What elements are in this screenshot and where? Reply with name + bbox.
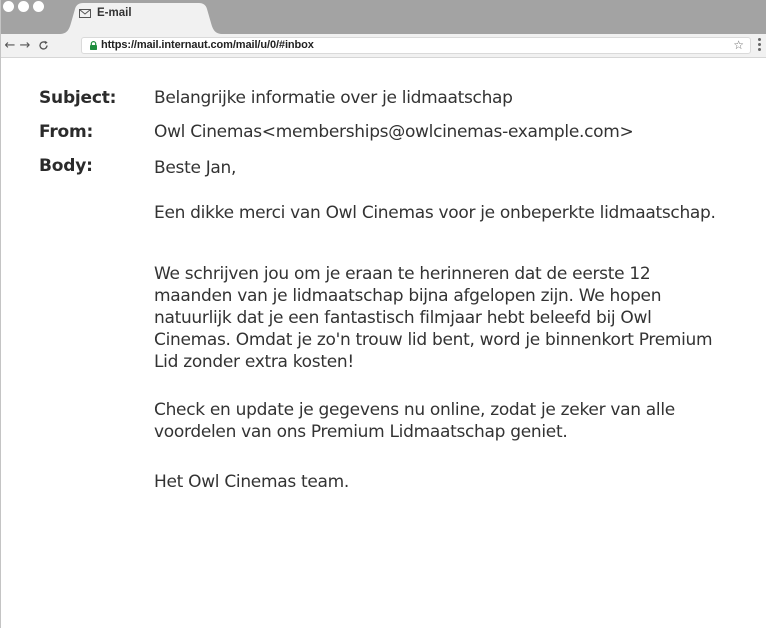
body-signoff: Het Owl Cinemas team. xyxy=(154,472,349,492)
reload-button[interactable] xyxy=(37,37,49,54)
arrow-left-icon: ← xyxy=(4,38,16,53)
tab-title: E-mail xyxy=(97,7,132,19)
tab-label-group: E-mail xyxy=(79,4,132,22)
browser-toolbar: ← → https://mail.internaut.com/mail/u/0/… xyxy=(1,34,766,58)
star-icon: ☆ xyxy=(733,38,744,52)
arrow-right-icon: → xyxy=(19,38,31,53)
url-text[interactable]: https://mail.internaut.com/mail/u/0/#inb… xyxy=(101,38,314,53)
maximize-window-button[interactable] xyxy=(33,1,44,12)
body-paragraph: Een dikke merci van Owl Cinemas voor je … xyxy=(154,203,716,223)
from-label: From: xyxy=(39,122,94,142)
envelope-icon xyxy=(79,8,91,18)
subject-value: Belangrijke informatie over je lidmaatsc… xyxy=(154,88,513,108)
back-button[interactable]: ← xyxy=(4,37,16,54)
body-label: Body: xyxy=(39,156,93,176)
lock-icon xyxy=(90,41,97,50)
forward-button[interactable]: → xyxy=(19,37,31,54)
close-window-button[interactable] xyxy=(3,1,14,12)
body-greeting: Beste Jan, xyxy=(154,158,237,178)
address-bar[interactable]: https://mail.internaut.com/mail/u/0/#inb… xyxy=(81,37,751,54)
window-controls xyxy=(3,1,44,12)
tab-strip: E-mail xyxy=(1,0,766,34)
body-paragraph: Check en update je gegevens nu online, z… xyxy=(154,400,675,442)
from-value: Owl Cinemas<memberships@owlcinemas-examp… xyxy=(154,122,634,142)
reload-icon xyxy=(38,40,48,50)
subject-label: Subject: xyxy=(39,88,117,108)
body-paragraph: We schrijven jou om je eraan te herinner… xyxy=(154,264,713,372)
browser-window: E-mail ← → https://mail.internaut.com/ma… xyxy=(0,0,766,628)
minimize-window-button[interactable] xyxy=(18,1,29,12)
email-view: Subject: Belangrijke informatie over je … xyxy=(1,58,766,628)
bookmark-button[interactable]: ☆ xyxy=(733,37,744,54)
menu-icon[interactable] xyxy=(756,38,762,54)
